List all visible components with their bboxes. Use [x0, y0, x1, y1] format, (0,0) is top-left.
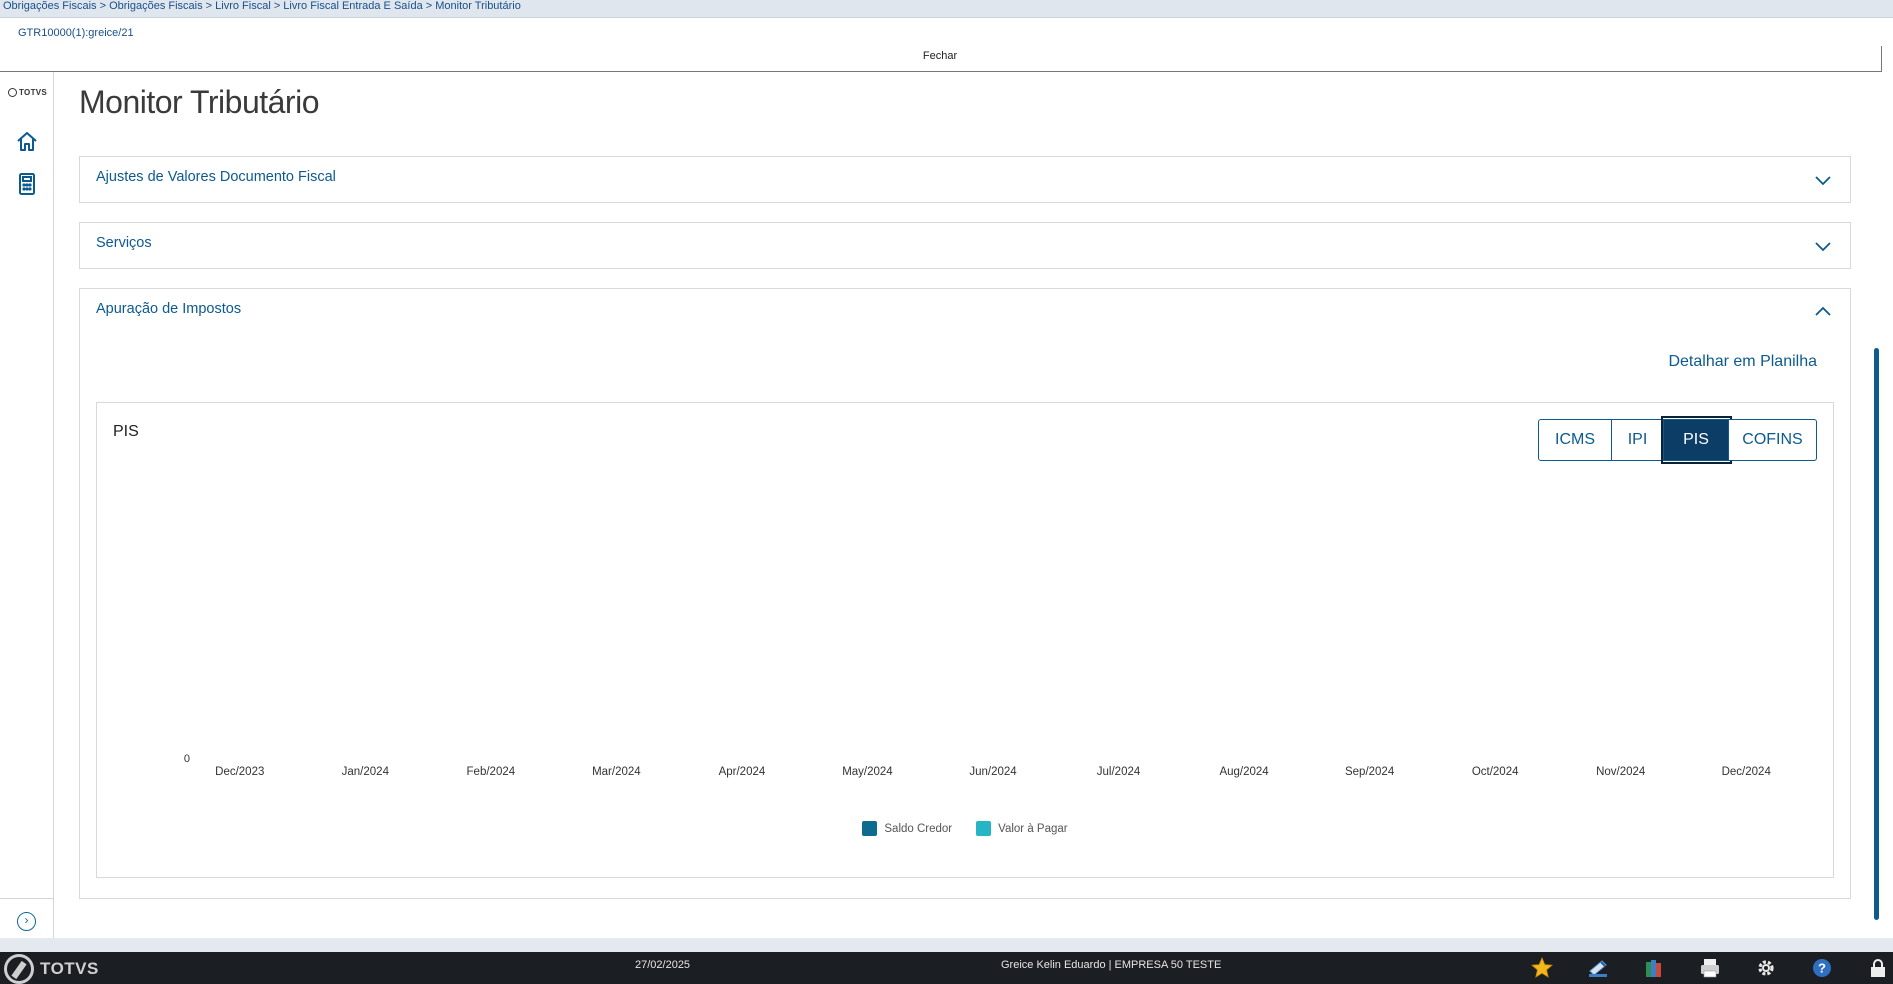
settings-gear-icon[interactable] — [1755, 957, 1777, 979]
svg-text:?: ? — [1818, 961, 1826, 976]
books-icon[interactable] — [1643, 957, 1665, 979]
legend-swatch — [976, 821, 992, 836]
sidebar-logo: TOTVS — [8, 88, 47, 97]
chart-plot: 0 Dec/2023 Jan/2024 Feb/2024 Mar/2024 Apr/202… — [184, 753, 1772, 778]
print-icon[interactable] — [1699, 957, 1721, 979]
taskbar-user: Greice Kelin Eduardo | EMPRESA 50 TESTE — [1001, 959, 1222, 971]
taskbar-date: 27/02/2025 — [635, 959, 691, 971]
taskbar-logo-text: TOTVS — [40, 959, 99, 978]
lock-icon[interactable] — [1867, 957, 1889, 979]
x-tick-label: Jul/2024 — [1097, 766, 1141, 778]
routine-id: GTR10000(1):greice/21 — [18, 27, 134, 39]
favorites-star-icon[interactable] — [1531, 957, 1553, 979]
accordion-ajustes-title: Ajustes de Valores Documento Fiscal — [96, 169, 336, 185]
totvs-logo-icon — [4, 954, 34, 984]
detail-spreadsheet-link[interactable]: Detalhar em Planilha — [1668, 353, 1817, 371]
y-tick-label: 0 — [184, 753, 190, 765]
legend-label: Saldo Credor — [884, 822, 953, 835]
calculator-icon[interactable] — [15, 172, 39, 196]
sidebar: TOTVS › — [0, 72, 54, 944]
accordion-ajustes-header[interactable]: Ajustes de Valores Documento Fiscal — [80, 157, 1850, 202]
x-tick-label: Dec/2023 — [215, 766, 264, 778]
legend-item[interactable]: Valor à Pagar — [976, 821, 1068, 836]
x-tick-label: Nov/2024 — [1596, 766, 1646, 778]
edit-pen-icon[interactable] — [1587, 957, 1609, 979]
chevron-down-icon[interactable] — [1814, 171, 1832, 189]
chevron-up-icon[interactable] — [1814, 303, 1832, 321]
accordion-servicos-header[interactable]: Serviços — [80, 223, 1850, 268]
home-icon[interactable] — [15, 130, 39, 154]
vertical-scrollbar[interactable] — [1874, 348, 1879, 920]
legend-swatch — [862, 821, 878, 836]
sidebar-logo-text: TOTVS — [19, 88, 48, 97]
legend-item[interactable]: Saldo Credor — [862, 821, 952, 836]
x-tick-label: Feb/2024 — [467, 766, 516, 778]
chart-legend: Saldo Credor Valor à Pagar — [97, 821, 1833, 836]
breadcrumb-bar: Obrigações Fiscais > Obrigações Fiscais … — [0, 0, 1893, 18]
accordion-apuracao-title: Apuração de Impostos — [96, 301, 242, 317]
x-tick-label: Aug/2024 — [1219, 766, 1269, 778]
help-icon[interactable]: ? — [1811, 957, 1833, 979]
page-title: Monitor Tributário — [79, 84, 319, 120]
chevron-right-circle-icon[interactable]: › — [17, 912, 36, 931]
accordion-servicos-title: Serviços — [96, 235, 152, 251]
chart-card: PIS ICMS IPI PIS COFINS 0 Dec/2023 Jan/202… — [96, 402, 1834, 878]
x-tick-label: Jan/2024 — [342, 766, 390, 778]
x-tick-label: Mar/2024 — [592, 766, 641, 778]
x-tick-label: Jun/2024 — [969, 766, 1017, 778]
close-button[interactable]: Fechar — [900, 50, 980, 62]
x-tick-label: Dec/2024 — [1722, 766, 1772, 778]
accordion-ajustes: Ajustes de Valores Documento Fiscal — [79, 156, 1851, 203]
legend-label: Valor à Pagar — [998, 822, 1068, 835]
accordion-apuracao-header[interactable]: Apuração de Impostos — [80, 289, 1850, 334]
x-tick-label: Sep/2024 — [1345, 766, 1395, 778]
accordion-apuracao: Apuração de Impostos Detalhar em Planilh… — [79, 288, 1851, 899]
x-tick-label: Apr/2024 — [719, 766, 766, 778]
breadcrumb[interactable]: Obrigações Fiscais > Obrigações Fiscais … — [3, 0, 521, 13]
accordion-servicos: Serviços — [79, 222, 1851, 269]
totvs-logo-icon — [8, 88, 17, 97]
taskbar: TOTVS 27/02/2025 Greice Kelin Eduardo | … — [0, 952, 1893, 984]
x-tick-label: Oct/2024 — [1472, 766, 1519, 778]
taskbar-logo: TOTVS — [4, 954, 99, 984]
x-tick-label: May/2024 — [842, 766, 893, 778]
chevron-down-icon[interactable] — [1814, 237, 1832, 255]
taskbar-separator — [0, 938, 1893, 952]
close-bar: Fechar — [0, 46, 1882, 72]
